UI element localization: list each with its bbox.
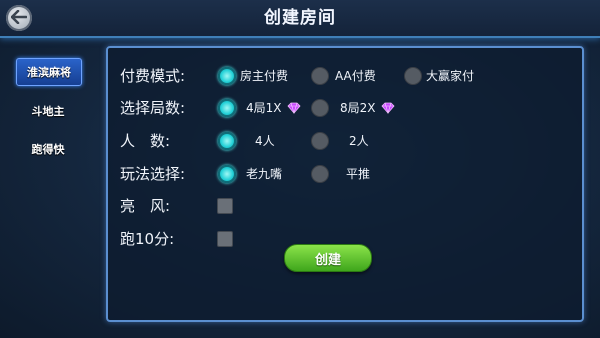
sidebar-item-label: 斗地主 — [31, 105, 65, 118]
game-type-sidebar: 淮滨麻将 斗地主 跑得快 — [16, 58, 82, 174]
rounds-row: 选择局数: 4局1X 8局2X — [120, 96, 590, 120]
radio-2-players[interactable] — [311, 132, 329, 150]
page-title: 创建房间 — [264, 8, 336, 28]
gem-icon — [287, 102, 301, 114]
radio-laojiuzui[interactable] — [218, 165, 236, 183]
liang-feng-checkbox[interactable] — [217, 198, 233, 214]
option-4-players-label: 4人 — [255, 134, 275, 148]
create-button[interactable]: 创建 — [284, 244, 372, 272]
radio-4-players[interactable] — [218, 132, 236, 150]
radio-8-rounds[interactable] — [311, 99, 329, 117]
option-8-rounds-label: 8局2X — [340, 101, 376, 115]
option-owner-pays-label: 房主付费 — [240, 69, 289, 83]
option-aa-pay-label: AA付费 — [335, 69, 376, 83]
option-2-players-label: 2人 — [349, 134, 369, 148]
liang-feng-label: 亮 风: — [120, 197, 171, 215]
liang-feng-row: 亮 风: — [120, 194, 590, 218]
option-4-rounds-label: 4局1X — [246, 101, 282, 115]
sidebar-item-label: 淮滨麻将 — [27, 66, 71, 79]
pao10-label: 跑10分: — [120, 230, 175, 248]
option-winner-pays-label: 大赢家付 — [426, 69, 475, 83]
rounds-label: 选择局数: — [120, 99, 186, 117]
sidebar-item-huaibin-mahjong[interactable]: 淮滨麻将 — [16, 58, 82, 86]
radio-4-rounds[interactable] — [218, 99, 236, 117]
players-label: 人 数: — [120, 132, 171, 150]
players-row: 人 数: 4人 2人 — [120, 129, 590, 153]
sidebar-item-paodekuai[interactable]: 跑得快 — [16, 136, 80, 162]
radio-aa-pay[interactable] — [311, 67, 329, 85]
pao10-checkbox[interactable] — [217, 231, 233, 247]
back-arrow-icon — [10, 9, 28, 28]
radio-pingtui[interactable] — [311, 165, 329, 183]
payment-mode-row: 付费模式: 房主付费 AA付费 大赢家付 — [120, 64, 590, 88]
play-mode-label: 玩法选择: — [120, 165, 186, 183]
back-button[interactable] — [6, 5, 32, 31]
payment-mode-label: 付费模式: — [120, 67, 186, 85]
play-mode-row: 玩法选择: 老九嘴 平推 — [120, 162, 590, 186]
create-button-label: 创建 — [314, 252, 341, 268]
option-laojiuzui-label: 老九嘴 — [246, 167, 283, 181]
radio-winner-pays[interactable] — [404, 67, 422, 85]
radio-owner-pays[interactable] — [218, 67, 236, 85]
sidebar-item-label: 跑得快 — [31, 143, 65, 156]
sidebar-item-doudizhu[interactable]: 斗地主 — [16, 98, 80, 124]
option-pingtui-label: 平推 — [346, 167, 371, 181]
gem-icon — [381, 102, 395, 114]
